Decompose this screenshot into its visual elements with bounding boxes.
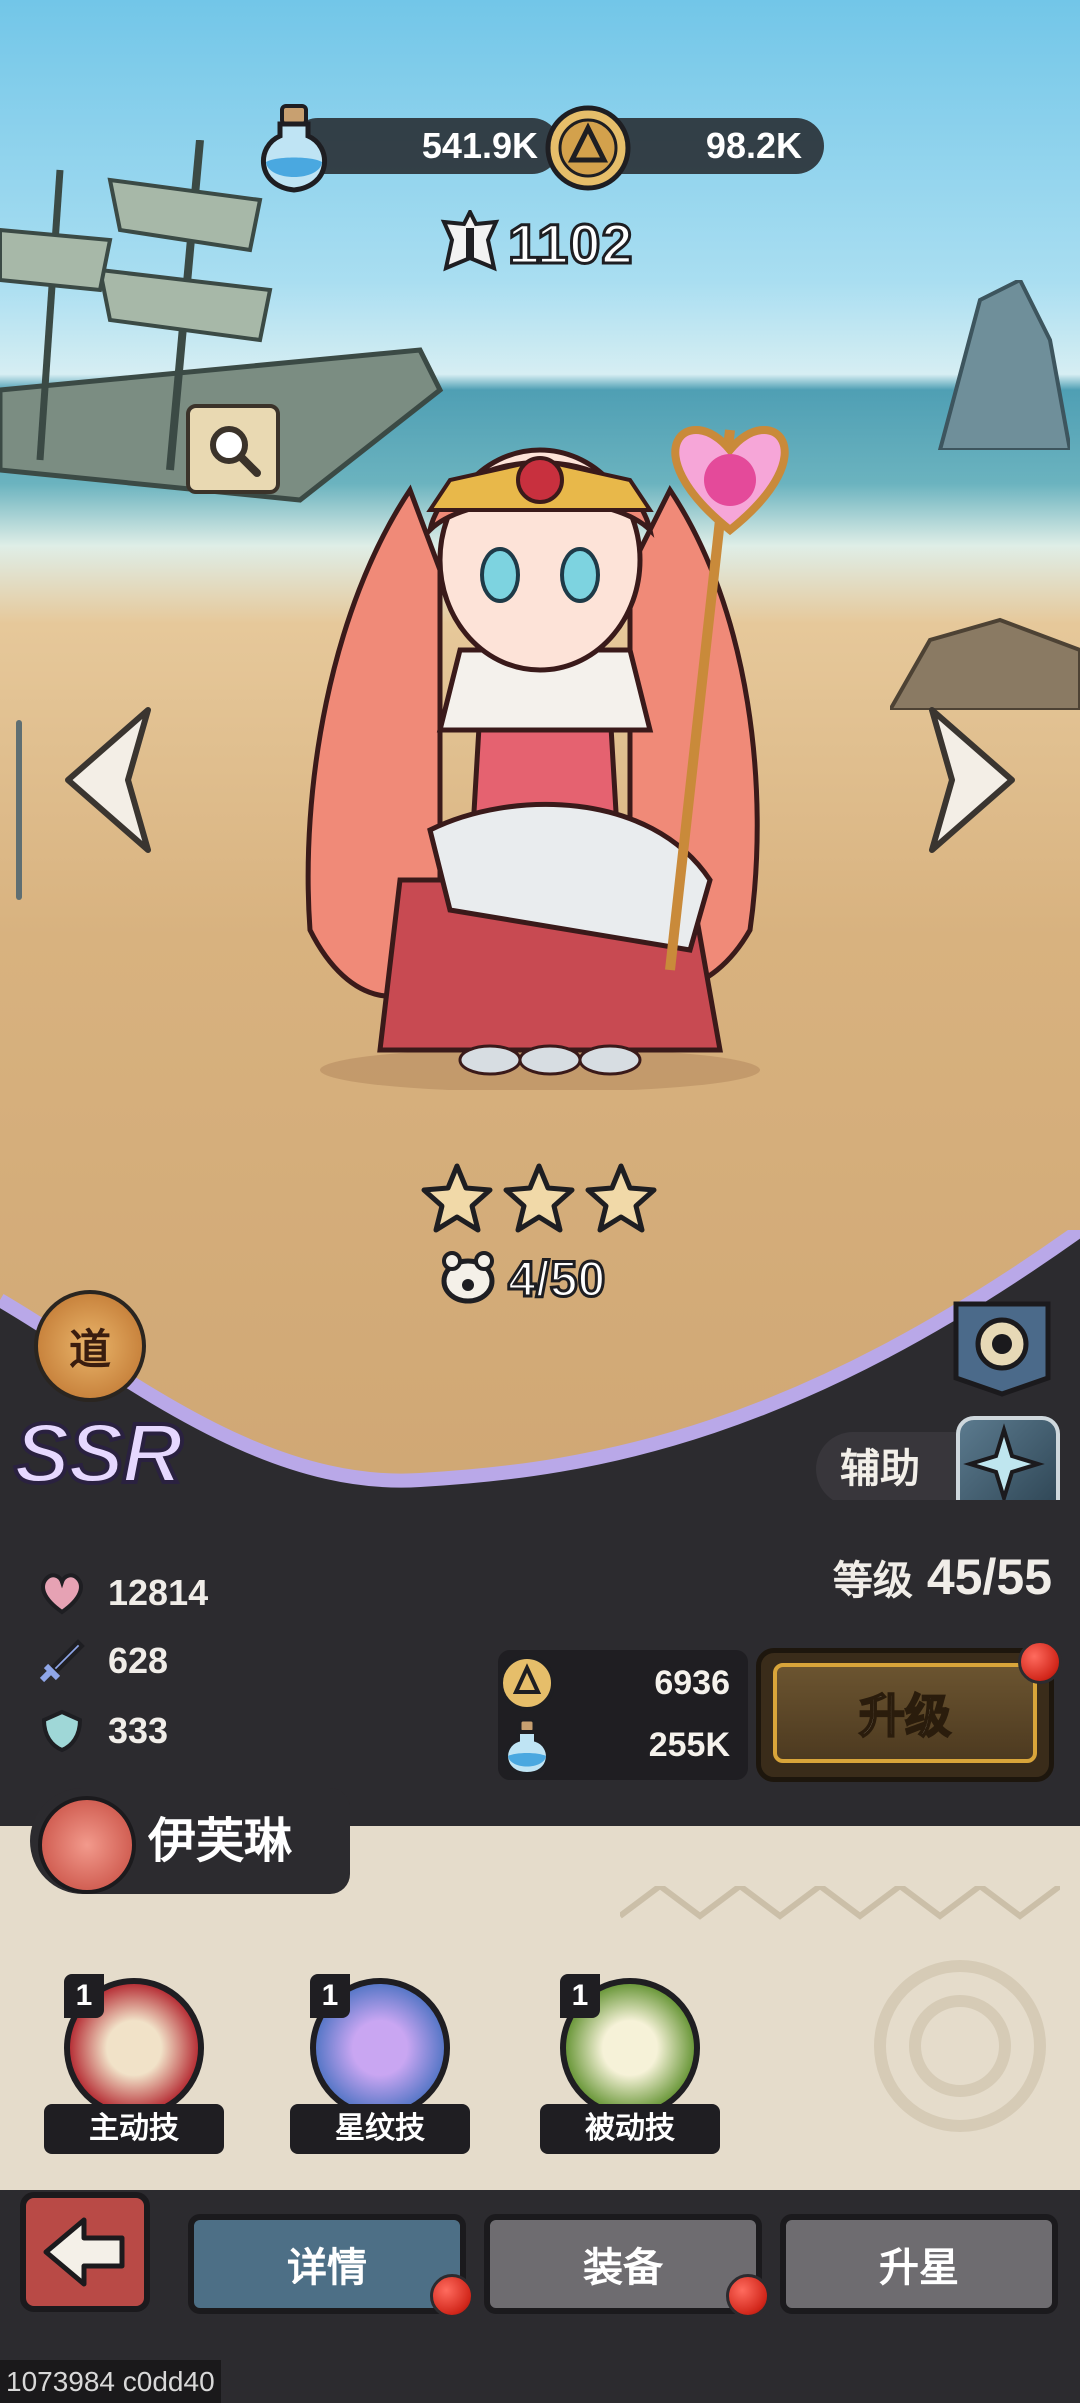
hero-character-illustration	[305, 426, 789, 1090]
coin-amount: 98.2K	[705, 125, 802, 166]
beach-rock	[890, 617, 1080, 710]
upgrade-button-face: 升级	[773, 1663, 1037, 1763]
role-label: 辅助	[840, 1446, 920, 1492]
element-fire-icon	[38, 1796, 136, 1894]
skill-level: 1	[310, 1974, 350, 2018]
potion-amount: 541.9K	[421, 125, 538, 166]
level-value: 45/55	[926, 1549, 1052, 1605]
sea-rock	[937, 280, 1070, 450]
star-icon	[585, 1163, 657, 1233]
faction-badge-char: 道	[68, 1324, 111, 1374]
star-icon	[421, 1163, 493, 1233]
skill-star-pattern[interactable]: 1 星纹技	[290, 1974, 470, 2158]
combat-power-icon	[440, 210, 500, 272]
hero-name: 伊芙琳	[148, 1813, 293, 1869]
skin-badge[interactable]	[950, 1298, 1054, 1398]
equipment-notification-dot	[726, 2274, 770, 2318]
details-notification-dot	[430, 2274, 474, 2318]
potion-icon	[504, 1718, 550, 1777]
tab-label: 升星	[879, 2245, 959, 2291]
magnifier-icon	[210, 426, 261, 477]
skill-label: 主动技	[44, 2104, 224, 2154]
inspect-button[interactable]	[186, 404, 280, 494]
faction-badge[interactable]: 道	[34, 1290, 146, 1402]
upgrade-notification-dot	[1018, 1640, 1062, 1684]
sword-icon	[39, 1639, 85, 1683]
star-icon	[503, 1163, 575, 1233]
coin-icon	[499, 1655, 555, 1711]
attack-value: 628	[108, 1640, 169, 1681]
potion-icon	[260, 104, 328, 193]
combat-power: 1102	[440, 208, 634, 278]
skill-label: 被动技	[540, 2104, 720, 2154]
side-scroll-indicator	[16, 720, 22, 900]
rarity-label: SSR	[12, 1404, 185, 1502]
back-button[interactable]	[20, 2192, 150, 2312]
level-label: 等级	[832, 1558, 913, 1604]
upgrade-potion-cost: 255K	[648, 1726, 730, 1764]
hero-level: 等级 45/55	[833, 1548, 1052, 1606]
coin-icon	[545, 105, 631, 191]
spiral-watermark	[874, 1960, 1046, 2132]
upgrade-button-label: 升级	[858, 1688, 952, 1744]
tab-label: 详情	[287, 2245, 367, 2291]
upgrade-coin-cost: 6936	[654, 1664, 730, 1702]
skill-label: 星纹技	[290, 2104, 470, 2154]
tab-equipment[interactable]: 装备	[484, 2214, 762, 2314]
hero-name-tag: 伊芙琳	[30, 1788, 350, 1894]
shield-icon	[41, 1709, 83, 1753]
heart-icon	[41, 1573, 83, 1615]
panel-ornament	[620, 1886, 1060, 1920]
build-id-text: 1073984 c0dd40	[0, 2360, 221, 2403]
defense-value: 333	[108, 1710, 169, 1751]
skill-level: 1	[560, 1974, 600, 2018]
tab-label: 装备	[583, 2245, 663, 2291]
back-arrow-icon	[43, 2217, 125, 2287]
attack-stat: 628	[38, 1638, 168, 1684]
role-tag: 辅助	[816, 1432, 966, 1506]
compass-star-icon	[963, 1423, 1045, 1505]
next-hero-arrow[interactable]	[922, 700, 1022, 860]
previous-hero-arrow[interactable]	[58, 700, 158, 860]
combat-power-value: 1102	[507, 210, 634, 276]
tab-star-up[interactable]: 升星	[780, 2214, 1058, 2314]
skill-level: 1	[64, 1974, 104, 2018]
skill-passive[interactable]: 1 被动技	[540, 1974, 720, 2158]
hp-value: 12814	[108, 1572, 209, 1613]
tab-details[interactable]: 详情	[188, 2214, 466, 2314]
upgrade-button[interactable]: 升级	[756, 1648, 1054, 1782]
defense-stat: 333	[38, 1708, 168, 1754]
star-rating	[420, 1162, 658, 1234]
skill-active[interactable]: 1 主动技	[44, 1974, 224, 2158]
hp-stat: 12814	[38, 1570, 208, 1616]
